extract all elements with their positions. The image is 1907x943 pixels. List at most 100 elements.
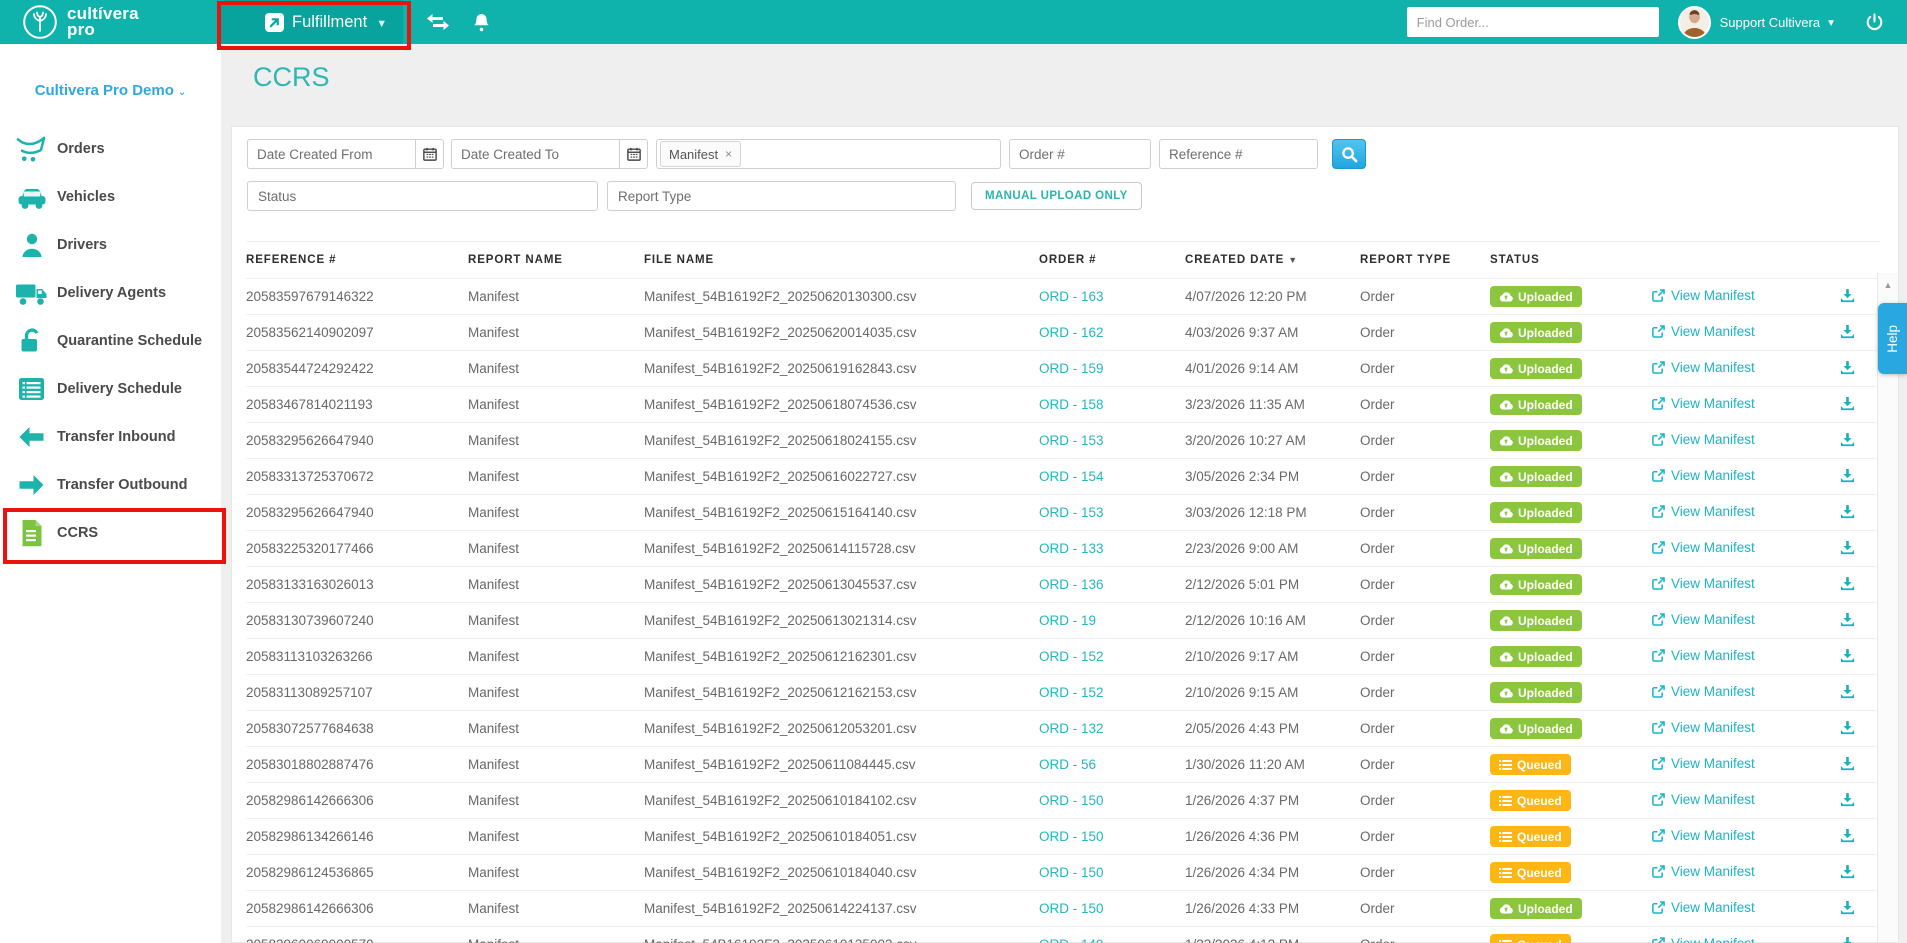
- order-link[interactable]: ORD - 149: [1039, 937, 1104, 943]
- download-icon[interactable]: [1840, 540, 1855, 555]
- col-status[interactable]: STATUS: [1490, 254, 1652, 266]
- order-link[interactable]: ORD - 19: [1039, 613, 1096, 628]
- transfer-exchange-icon[interactable]: [427, 14, 449, 30]
- user-menu-caret-icon: ▼: [1826, 18, 1836, 29]
- download-icon[interactable]: [1840, 648, 1855, 663]
- order-link[interactable]: ORD - 136: [1039, 577, 1104, 592]
- col-reference[interactable]: REFERENCE #: [246, 254, 468, 266]
- find-order-input[interactable]: [1406, 7, 1659, 37]
- col-report-type[interactable]: REPORT TYPE: [1360, 254, 1490, 266]
- download-icon[interactable]: [1840, 900, 1855, 915]
- col-order[interactable]: ORDER #: [1039, 254, 1185, 266]
- order-link[interactable]: ORD - 163: [1039, 289, 1104, 304]
- order-link[interactable]: ORD - 153: [1039, 433, 1104, 448]
- status-badge: Uploaded: [1490, 574, 1582, 595]
- sidebar-item-vehicles[interactable]: Vehicles: [0, 173, 221, 221]
- order-link[interactable]: ORD - 132: [1039, 721, 1104, 736]
- view-manifest-link[interactable]: View Manifest: [1652, 756, 1755, 771]
- download-icon[interactable]: [1840, 792, 1855, 807]
- view-manifest-link[interactable]: View Manifest: [1652, 864, 1755, 879]
- view-manifest-link[interactable]: View Manifest: [1652, 936, 1755, 943]
- sidebar-item-orders[interactable]: Orders: [0, 125, 221, 173]
- order-link[interactable]: ORD - 152: [1039, 685, 1104, 700]
- scroll-up-arrow-icon[interactable]: ▲: [1878, 280, 1898, 290]
- order-link[interactable]: ORD - 150: [1039, 829, 1104, 844]
- search-button[interactable]: [1332, 139, 1366, 169]
- status-select[interactable]: Status: [247, 181, 598, 211]
- order-number-input[interactable]: [1009, 139, 1151, 169]
- view-manifest-link[interactable]: View Manifest: [1652, 360, 1755, 375]
- download-icon[interactable]: [1840, 468, 1855, 483]
- view-manifest-link[interactable]: View Manifest: [1652, 828, 1755, 843]
- download-icon[interactable]: [1840, 360, 1855, 375]
- view-manifest-link[interactable]: View Manifest: [1652, 900, 1755, 915]
- sidebar-item-delivery-schedule[interactable]: Delivery Schedule: [0, 365, 221, 413]
- order-link[interactable]: ORD - 150: [1039, 901, 1104, 916]
- order-link[interactable]: ORD - 159: [1039, 361, 1104, 376]
- user-avatar[interactable]: [1677, 5, 1711, 39]
- order-link[interactable]: ORD - 153: [1039, 505, 1104, 520]
- col-created-date[interactable]: CREATED DATE ▼: [1185, 254, 1360, 266]
- view-manifest-link[interactable]: View Manifest: [1652, 468, 1755, 483]
- remove-chip-icon[interactable]: ×: [725, 147, 732, 161]
- sidebar-item-transfer-inbound[interactable]: Transfer Inbound: [0, 413, 221, 461]
- col-report-name[interactable]: REPORT NAME: [468, 254, 644, 266]
- view-manifest-link[interactable]: View Manifest: [1652, 648, 1755, 663]
- order-link[interactable]: ORD - 150: [1039, 865, 1104, 880]
- view-manifest-link[interactable]: View Manifest: [1652, 684, 1755, 699]
- view-manifest-link[interactable]: View Manifest: [1652, 540, 1755, 555]
- download-icon[interactable]: [1840, 432, 1855, 447]
- sidebar-item-ccrs[interactable]: CCRS: [0, 509, 221, 557]
- view-manifest-link[interactable]: View Manifest: [1652, 504, 1755, 519]
- download-icon[interactable]: [1840, 324, 1855, 339]
- order-link[interactable]: ORD - 133: [1039, 541, 1104, 556]
- view-manifest-link[interactable]: View Manifest: [1652, 288, 1755, 303]
- created-date-cell: 3/20/2026 10:27 AM: [1185, 433, 1306, 448]
- download-icon[interactable]: [1840, 288, 1855, 303]
- report-name-multiselect[interactable]: Manifest ×: [656, 139, 1001, 169]
- view-manifest-link[interactable]: View Manifest: [1652, 612, 1755, 627]
- calendar-icon[interactable]: [619, 139, 648, 169]
- sidebar-item-drivers[interactable]: Drivers: [0, 221, 221, 269]
- download-icon[interactable]: [1840, 396, 1855, 411]
- col-file-name[interactable]: FILE NAME: [644, 254, 1039, 266]
- sidebar-item-delivery-agents[interactable]: Delivery Agents: [0, 269, 221, 317]
- brand-logo[interactable]: cultívera pro: [0, 4, 221, 40]
- reference-number-input[interactable]: [1159, 139, 1318, 169]
- download-icon[interactable]: [1840, 504, 1855, 519]
- view-manifest-link[interactable]: View Manifest: [1652, 324, 1755, 339]
- order-link[interactable]: ORD - 56: [1039, 757, 1096, 772]
- date-created-to-input[interactable]: [451, 139, 619, 169]
- order-link[interactable]: ORD - 158: [1039, 397, 1104, 412]
- sidebar-item-quarantine-schedule[interactable]: Quarantine Schedule: [0, 317, 221, 365]
- download-icon[interactable]: [1840, 684, 1855, 699]
- calendar-icon[interactable]: [415, 139, 444, 169]
- view-manifest-link[interactable]: View Manifest: [1652, 432, 1755, 447]
- notifications-bell-icon[interactable]: [473, 13, 490, 32]
- download-icon[interactable]: [1840, 828, 1855, 843]
- order-link[interactable]: ORD - 152: [1039, 649, 1104, 664]
- manual-upload-only-button[interactable]: MANUAL UPLOAD ONLY: [971, 182, 1142, 210]
- report-type-select[interactable]: Report Type: [607, 181, 956, 211]
- sidebar-item-transfer-outbound[interactable]: Transfer Outbound: [0, 461, 221, 509]
- download-icon[interactable]: [1840, 936, 1855, 943]
- module-switcher-fulfillment[interactable]: Fulfillment ▼: [221, 0, 403, 44]
- download-icon[interactable]: [1840, 576, 1855, 591]
- status-label: Uploaded: [1518, 721, 1573, 736]
- view-manifest-link[interactable]: View Manifest: [1652, 720, 1755, 735]
- order-link[interactable]: ORD - 162: [1039, 325, 1104, 340]
- download-icon[interactable]: [1840, 612, 1855, 627]
- account-switcher[interactable]: Cultivera Pro Demo ⌄: [0, 82, 221, 99]
- order-link[interactable]: ORD - 150: [1039, 793, 1104, 808]
- download-icon[interactable]: [1840, 720, 1855, 735]
- date-created-from-input[interactable]: [247, 139, 415, 169]
- view-manifest-link[interactable]: View Manifest: [1652, 792, 1755, 807]
- download-icon[interactable]: [1840, 756, 1855, 771]
- order-link[interactable]: ORD - 154: [1039, 469, 1104, 484]
- user-menu[interactable]: Support Cultivera: [1720, 15, 1820, 30]
- view-manifest-link[interactable]: View Manifest: [1652, 576, 1755, 591]
- view-manifest-link[interactable]: View Manifest: [1652, 396, 1755, 411]
- help-tab[interactable]: Help: [1878, 303, 1907, 374]
- download-icon[interactable]: [1840, 864, 1855, 879]
- logout-power-icon[interactable]: [1866, 13, 1883, 31]
